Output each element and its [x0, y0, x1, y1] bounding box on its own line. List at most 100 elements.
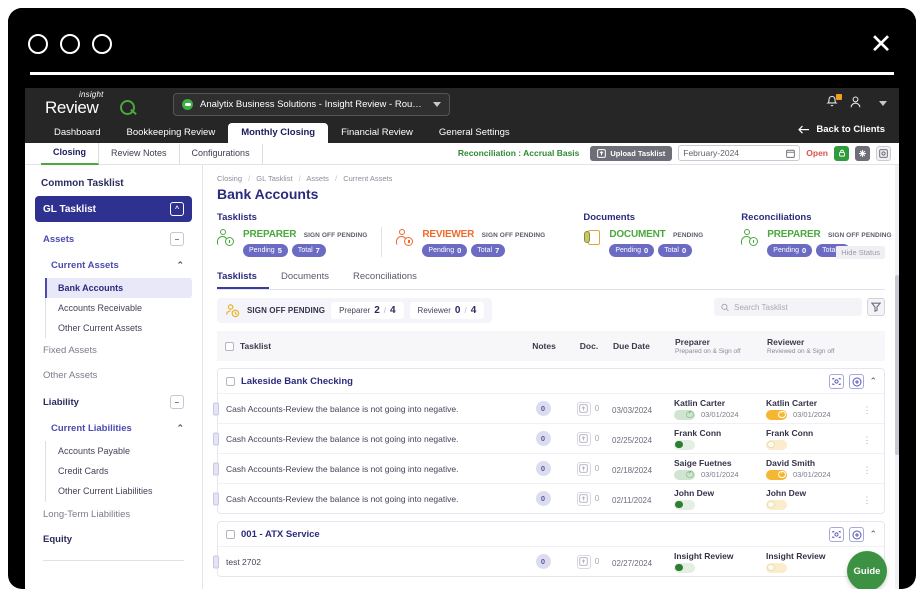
sidebar-item-other-current-assets[interactable]: Other Current Assets — [46, 318, 192, 338]
sub-tab-review-notes[interactable]: Review Notes — [99, 143, 180, 164]
sidebar-item-other-assets[interactable]: Other Assets — [35, 363, 192, 388]
sidebar-item-liability[interactable]: Liability – — [35, 388, 192, 416]
table-row[interactable]: test 2702 0 0 02/27/2024 Insight Review … — [213, 546, 884, 576]
sidebar-item-current-assets[interactable]: Current Assets ⌃ — [35, 253, 192, 278]
tab-tasklists[interactable]: Tasklists — [217, 267, 269, 289]
row-menu-icon[interactable]: ⋮ — [863, 465, 872, 475]
preparer-signoff-toggle[interactable] — [674, 439, 695, 450]
notes-count-badge[interactable]: 0 — [535, 461, 551, 476]
reviewer-signoff-toggle[interactable] — [766, 562, 787, 573]
sidebar-item-current-liabilities[interactable]: Current Liabilities ⌃ — [35, 416, 192, 441]
breadcrumb-item-gl-tasklist[interactable]: GL Tasklist — [256, 174, 292, 183]
sidebar-item-fixed-assets[interactable]: Fixed Assets — [35, 338, 192, 363]
group-collapse-caret-up-icon[interactable]: ⌃ — [869, 529, 877, 540]
reviewer-signoff-toggle[interactable] — [766, 409, 787, 420]
settings-closing-button[interactable] — [855, 145, 870, 161]
sidebar-item-other-current-liabilities[interactable]: Other Current Liabilities — [46, 481, 192, 502]
task-group-header[interactable]: Lakeside Bank Checking ⌃ — [218, 369, 884, 393]
window-dot-2[interactable] — [60, 34, 80, 54]
filter-button[interactable] — [867, 298, 885, 316]
search-input[interactable] — [734, 302, 855, 312]
table-row[interactable]: Cash Accounts-Review the balance is not … — [213, 453, 884, 483]
sub-tab-closing[interactable]: Closing — [41, 142, 99, 165]
caret-up-icon-liabilities[interactable]: ⌃ — [176, 423, 184, 434]
sidebar-item-equity[interactable]: Equity — [35, 527, 192, 552]
drag-handle[interactable] — [213, 462, 219, 475]
nav-tab-general-settings[interactable]: General Settings — [426, 123, 523, 143]
drag-handle[interactable] — [213, 402, 219, 415]
user-icon[interactable] — [850, 95, 861, 111]
add-task-icon[interactable] — [849, 527, 865, 542]
report-button[interactable] — [876, 145, 891, 161]
preparer-signoff-toggle[interactable] — [674, 499, 695, 510]
breadcrumb-item-closing[interactable]: Closing — [217, 174, 242, 183]
reviewer-count-chip[interactable]: Reviewer 0 / 4 — [409, 302, 485, 319]
upload-tasklist-button[interactable]: Upload Tasklist — [590, 145, 673, 161]
upload-document-icon[interactable] — [576, 554, 591, 569]
drag-handle[interactable] — [213, 555, 219, 568]
upload-document-icon[interactable] — [576, 431, 591, 446]
preparer-count-chip[interactable]: Preparer 2 / 4 — [331, 302, 404, 319]
sidebar-item-accounts-payable[interactable]: Accounts Payable — [46, 441, 192, 461]
notes-count-badge[interactable]: 0 — [535, 401, 551, 416]
scrollbar-thumb[interactable] — [895, 275, 899, 455]
account-chevron-down-icon[interactable] — [879, 100, 887, 106]
row-menu-icon[interactable]: ⋮ — [863, 405, 872, 415]
scan-icon[interactable] — [829, 527, 845, 542]
hide-status-button[interactable]: Hide Status — [836, 246, 885, 259]
preparer-signoff-toggle[interactable] — [674, 469, 695, 480]
table-row[interactable]: Cash Accounts-Review the balance is not … — [213, 483, 884, 513]
scan-icon[interactable] — [829, 374, 845, 389]
upload-document-icon[interactable] — [576, 461, 591, 476]
window-dot-1[interactable] — [28, 34, 48, 54]
client-selector-dropdown[interactable]: Analytix Business Solutions - Insight Re… — [173, 93, 450, 116]
nav-tab-monthly-closing[interactable]: Monthly Closing — [228, 123, 329, 143]
lock-closing-button[interactable] — [834, 145, 849, 161]
sub-tab-configurations[interactable]: Configurations — [180, 143, 263, 164]
tab-reconciliations[interactable]: Reconciliations — [353, 267, 429, 289]
row-menu-icon[interactable]: ⋮ — [863, 435, 872, 445]
upload-document-icon[interactable] — [576, 401, 591, 416]
caret-up-icon[interactable]: ⌃ — [176, 260, 184, 271]
scrollbar-track[interactable] — [895, 165, 899, 589]
row-menu-icon[interactable]: ⋮ — [863, 495, 872, 505]
sidebar-item-accounts-receivable[interactable]: Accounts Receivable — [46, 298, 192, 318]
table-row[interactable]: Cash Accounts-Review the balance is not … — [213, 423, 884, 453]
notes-count-badge[interactable]: 0 — [535, 491, 551, 506]
task-group-header[interactable]: 001 - ATX Service ⌃ — [218, 522, 884, 546]
preparer-signoff-toggle[interactable] — [674, 562, 695, 573]
back-to-clients-button[interactable]: Back to Clients — [798, 124, 885, 135]
window-dot-3[interactable] — [92, 34, 112, 54]
select-all-checkbox[interactable] — [225, 341, 234, 351]
group-select-checkbox[interactable] — [226, 530, 235, 539]
reviewer-signoff-toggle[interactable] — [766, 499, 787, 510]
signoff-pending-filter[interactable]: SIGN OFF PENDING Preparer 2 / 4 Reviewer… — [217, 298, 493, 323]
notes-count-badge[interactable]: 0 — [535, 554, 551, 569]
period-picker[interactable]: February-2024 — [678, 145, 801, 161]
notes-count-badge[interactable]: 0 — [535, 431, 551, 446]
sidebar-item-gl-tasklist[interactable]: GL Tasklist ^ — [35, 196, 192, 222]
collapse-caret-up-icon[interactable]: ^ — [170, 202, 184, 216]
guide-button[interactable]: Guide — [847, 551, 887, 589]
nav-tab-bookkeeping-review[interactable]: Bookkeeping Review — [113, 123, 228, 143]
minus-icon[interactable]: – — [170, 232, 184, 246]
drag-handle[interactable] — [213, 492, 219, 505]
upload-document-icon[interactable] — [576, 491, 591, 506]
sidebar-item-long-term-liabilities[interactable]: Long-Term Liabilities — [35, 502, 192, 527]
add-task-icon[interactable] — [849, 374, 865, 389]
sidebar-item-assets[interactable]: Assets – — [35, 225, 192, 253]
preparer-signoff-toggle[interactable] — [674, 409, 695, 420]
sidebar-item-credit-cards[interactable]: Credit Cards — [46, 461, 192, 481]
group-select-checkbox[interactable] — [226, 377, 235, 386]
close-icon[interactable]: ✕ — [868, 31, 894, 58]
sidebar-common-tasklist[interactable]: Common Tasklist — [35, 173, 192, 196]
nav-tab-dashboard[interactable]: Dashboard — [41, 123, 113, 143]
reviewer-signoff-toggle[interactable] — [766, 469, 787, 480]
reviewer-signoff-toggle[interactable] — [766, 439, 787, 450]
sidebar-item-bank-accounts[interactable]: Bank Accounts — [45, 278, 192, 298]
group-collapse-caret-up-icon[interactable]: ⌃ — [869, 376, 877, 387]
drag-handle[interactable] — [213, 432, 219, 445]
breadcrumb-item-assets[interactable]: Assets — [306, 174, 329, 183]
breadcrumb-item-current-assets[interactable]: Current Assets — [343, 174, 392, 183]
minus-icon-liability[interactable]: – — [170, 395, 184, 409]
